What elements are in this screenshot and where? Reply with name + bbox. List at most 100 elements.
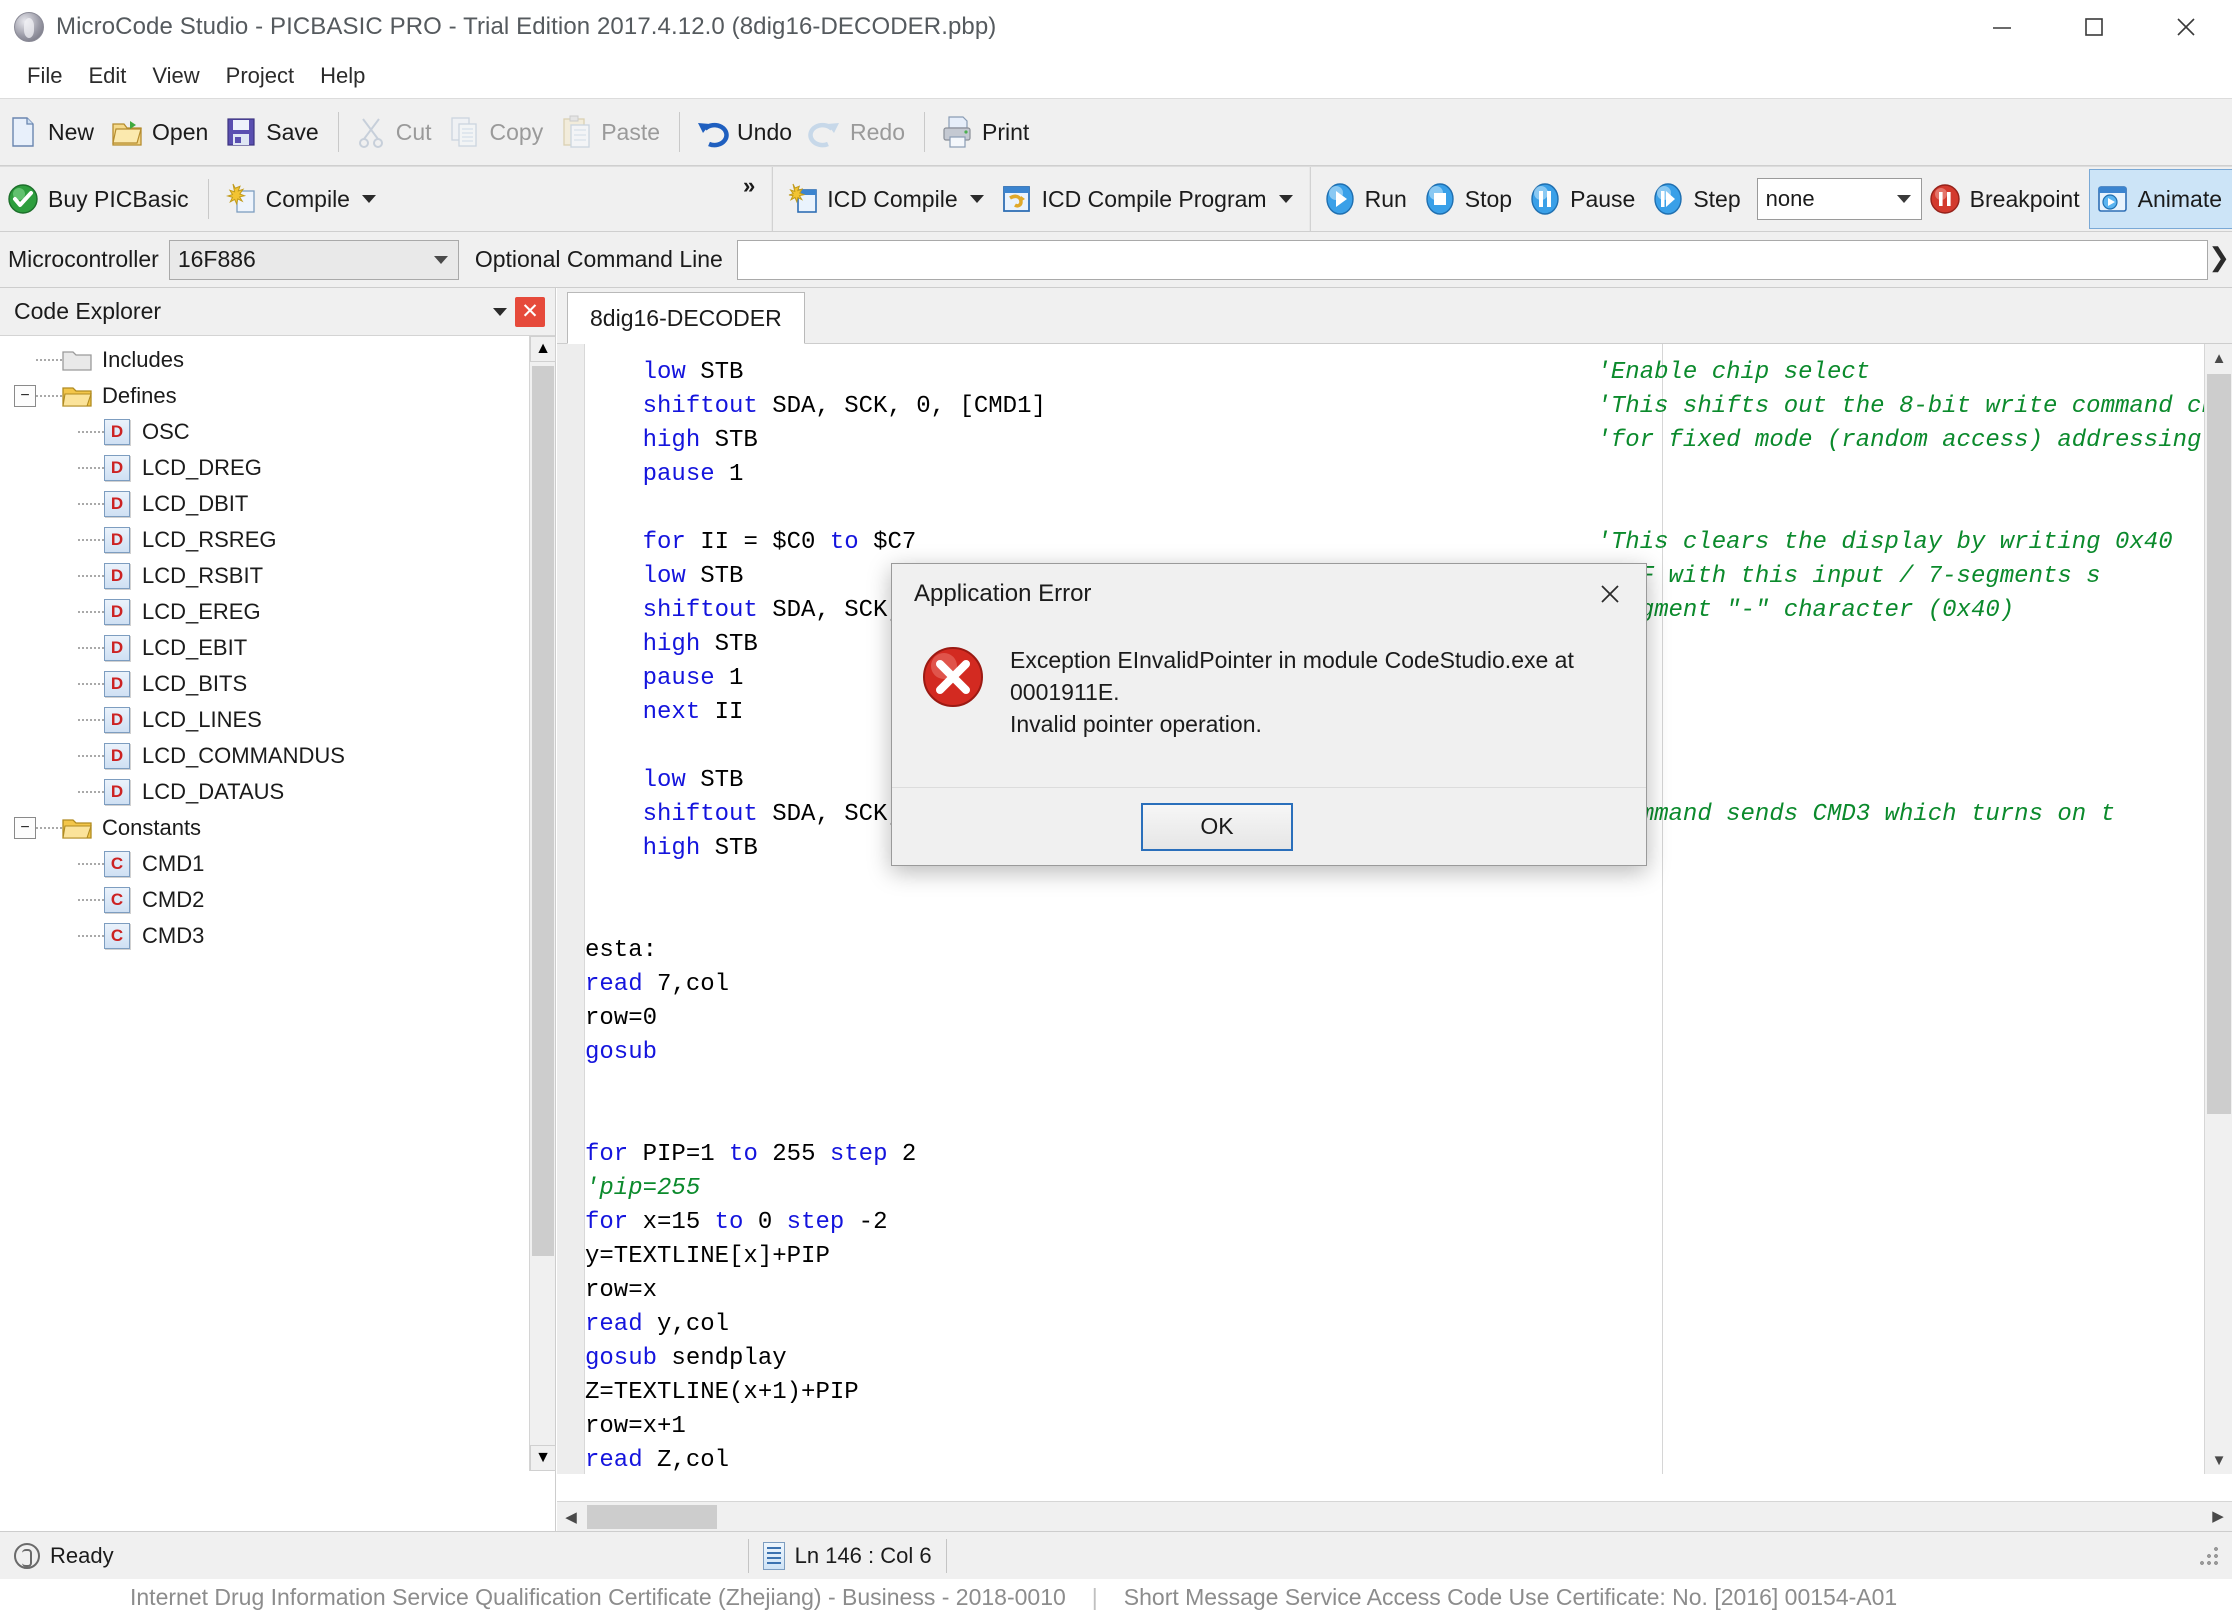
new-button[interactable]: New [0,103,104,161]
undo-button[interactable]: Undo [689,103,802,161]
tree-connector-line [36,359,62,361]
scroll-up-arrow[interactable]: ▲ [530,336,556,362]
tree-item-lcd_lines[interactable]: D LCD_LINES [0,702,530,738]
scroll-thumb[interactable] [587,1505,717,1529]
tree-item-lcd_dataus[interactable]: D LCD_DATAUS [0,774,530,810]
icd-compile-program-label: ICD Compile Program [1041,185,1267,212]
step-button[interactable]: Step [1645,170,1750,228]
tree-item-lcd_rsreg[interactable]: D LCD_RSREG [0,522,530,558]
tree-item-osc[interactable]: D OSC [0,414,530,450]
tree-item-lcd_dbit[interactable]: D LCD_DBIT [0,486,530,522]
tree-connector-line [78,431,104,433]
tree-item-lcd_ebit[interactable]: D LCD_EBIT [0,630,530,666]
chevron-down-icon[interactable] [969,195,984,203]
icd-compile-program-button[interactable]: ICD Compile Program [994,170,1303,228]
tree-item-lcd_rsbit[interactable]: D LCD_RSBIT [0,558,530,594]
toolbar-overflow-button[interactable]: » [733,173,765,199]
code-keyword: to [714,1209,744,1236]
editor-tab-8dig16-decoder[interactable]: 8dig16-DECODER [567,292,805,344]
tree-item-lcd_commandus[interactable]: D LCD_COMMANDUS [0,738,530,774]
tree-item-defines[interactable]: − Defines [0,378,530,414]
icd-compile-button[interactable]: ICD Compile [779,170,993,228]
tree-item-cmd2[interactable]: C CMD2 [0,882,530,918]
close-button[interactable] [2140,0,2232,54]
collapse-toggle-icon[interactable]: − [14,817,36,839]
scroll-down-arrow[interactable]: ▼ [2205,1446,2232,1474]
open-button-label: Open [152,118,209,145]
scroll-thumb[interactable] [2207,374,2231,1114]
stop-button[interactable]: Stop [1417,170,1522,228]
tree-item-lcd_bits[interactable]: D LCD_BITS [0,666,530,702]
compile-button-label: Compile [265,185,350,212]
step-mode-select[interactable]: none [1756,178,1922,220]
run-button[interactable]: Run [1317,170,1417,228]
menu-file[interactable]: File [14,59,75,93]
tree-item-label: LCD_LINES [142,707,262,732]
toolbar-expand-arrow[interactable]: ❯ [2208,242,2230,273]
open-button[interactable]: Open [104,103,218,161]
code-text: STB [700,427,758,454]
animate-button[interactable]: Animate [2088,169,2232,229]
redo-arrow-icon [808,115,842,149]
scroll-thumb[interactable] [532,366,554,1256]
chevron-down-icon[interactable] [493,307,507,316]
code-keyword: pause [642,665,715,692]
tree-item-label: Defines [102,383,177,408]
code-line: y=TEXTLINE[x]+PIP [585,1240,2205,1274]
buy-picbasic-button[interactable]: Buy PICBasic [0,170,199,228]
copy-button[interactable]: Copy [442,103,554,161]
optional-command-line-input[interactable] [736,239,2208,280]
minimize-button[interactable] [1956,0,2048,54]
scroll-down-arrow[interactable]: ▼ [530,1445,556,1471]
explorer-vertical-scrollbar[interactable]: ▲ ▼ [529,336,556,1471]
tree-item-cmd1[interactable]: C CMD1 [0,846,530,882]
menu-project[interactable]: Project [213,59,307,93]
tree-connector-line [78,467,104,469]
tree-item-constants[interactable]: − Constants [0,810,530,846]
resize-grip[interactable] [2198,1542,2224,1569]
menu-edit[interactable]: Edit [75,59,139,93]
pause-bars-icon [1528,182,1562,216]
menu-help[interactable]: Help [307,59,378,93]
tree-connector-line [78,539,104,541]
save-button[interactable]: Save [218,103,328,161]
close-icon[interactable] [1588,574,1632,614]
breakpoint-button[interactable]: Breakpoint [1922,170,2090,228]
maximize-button[interactable] [2048,0,2140,54]
chevron-down-icon[interactable] [1278,195,1293,203]
paste-button[interactable]: Paste [553,103,670,161]
code-text: esta: [585,937,658,964]
scroll-up-arrow[interactable]: ▲ [2205,344,2232,372]
editor-horizontal-scrollbar[interactable]: ◀ ▶ [557,1501,2232,1531]
tree-item-includes[interactable]: Includes [0,342,530,378]
tree-item-cmd3[interactable]: C CMD3 [0,918,530,954]
tree-item-lcd_ereg[interactable]: D LCD_EREG [0,594,530,630]
animate-button-label: Animate [2137,185,2222,212]
code-text[interactable]: low STB 'Enable chip select shiftout SDA,… [585,356,2232,1474]
code-editor[interactable]: low STB 'Enable chip select shiftout SDA,… [557,344,2232,1474]
code-explorer-tree[interactable]: Includes − Defines D OSC D LCD_DREG D LCD_DBIT D L… [0,336,530,1471]
tree-connector-line [78,575,104,577]
ok-button[interactable]: OK [1141,802,1293,851]
chevron-down-icon[interactable] [361,195,376,203]
menu-view[interactable]: View [139,59,212,93]
microcontroller-select[interactable]: 16F886 [168,239,459,280]
tree-item-label: CMD3 [142,923,205,948]
cut-button[interactable]: Cut [348,103,442,161]
scissors-icon [354,115,388,149]
editor-vertical-scrollbar[interactable]: ▲ ▼ [2204,344,2232,1474]
tree-item-lcd_dreg[interactable]: D LCD_DREG [0,450,530,486]
compile-button[interactable]: Compile [218,170,386,228]
close-icon[interactable]: ✕ [515,296,545,327]
pause-button[interactable]: Pause [1522,170,1645,228]
print-button[interactable]: Print [934,103,1039,161]
redo-button[interactable]: Redo [802,103,915,161]
scroll-left-arrow[interactable]: ◀ [557,1502,585,1531]
tree-connector-line [78,863,104,865]
collapse-toggle-icon[interactable]: − [14,385,36,407]
scroll-right-arrow[interactable]: ▶ [2204,1502,2232,1530]
tree-item-label: LCD_EBIT [142,635,248,660]
